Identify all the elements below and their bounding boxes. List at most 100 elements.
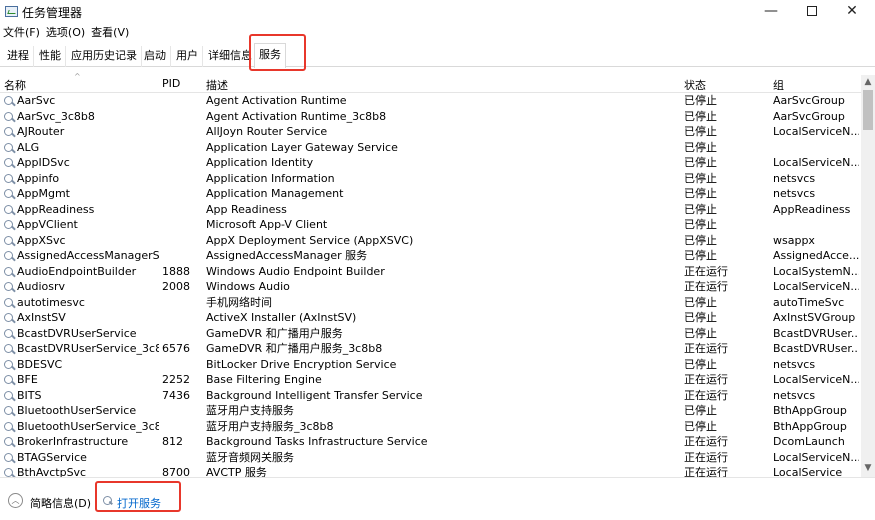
table-row[interactable]: BcastDVRUserService_3c8... 6576 GameDVR 和广…: [0, 341, 861, 357]
window-title: 任务管理器: [22, 6, 83, 20]
service-status: 已停止: [684, 249, 717, 262]
table-row[interactable]: AJRouter AllJoyn Router Service 已停止 LocalSe…: [0, 124, 861, 140]
vertical-scrollbar[interactable]: ▲ ▼: [861, 75, 875, 477]
table-row[interactable]: BluetoothUserService_3c8... 蓝牙用户支持服务_3c8b…: [0, 419, 861, 435]
table-row[interactable]: BTAGService 蓝牙音频网关服务 正在运行 LocalServiceN...: [0, 450, 861, 466]
service-name: AudioEndpointBuilder: [17, 264, 137, 278]
table-row[interactable]: ALG Application Layer Gateway Service 已停止: [0, 140, 861, 156]
table-row[interactable]: autotimesvc 手机网络时间 已停止 autoTimeSvc: [0, 295, 861, 311]
service-name: BTAGService: [17, 450, 87, 464]
service-description: Application Identity: [206, 156, 314, 169]
service-pid: 6576: [162, 342, 190, 355]
service-pid: 2008: [162, 280, 190, 293]
service-name: AarSvc_3c8b8: [17, 109, 95, 123]
tab-users[interactable]: 用户: [172, 46, 203, 67]
service-icon: [4, 235, 13, 245]
close-button[interactable]: ✕: [829, 0, 875, 24]
table-row[interactable]: AppXSvc AppX Deployment Service (AppXSVC)…: [0, 233, 861, 249]
service-name: AJRouter: [17, 125, 65, 138]
table-row[interactable]: AudioEndpointBuilder 1888 Windows Audio En…: [0, 264, 861, 280]
scroll-down-icon[interactable]: ▼: [861, 463, 875, 475]
service-status: 已停止: [684, 140, 717, 154]
service-status: 已停止: [684, 326, 717, 340]
service-description: 手机网络时间: [206, 295, 272, 309]
table-header: 名称 ^ PID 描述 状态 组: [0, 72, 861, 93]
service-name: autotimesvc: [17, 295, 85, 309]
table-row[interactable]: BluetoothUserService 蓝牙用户支持服务 已停止 BthAppGro…: [0, 403, 861, 419]
table-row[interactable]: AppMgmt Application Management 已停止 netsvcs: [0, 186, 861, 202]
column-description[interactable]: 描述: [206, 77, 228, 93]
service-description: 蓝牙用户支持服务: [206, 404, 294, 417]
service-description: Application Layer Gateway Service: [206, 140, 398, 154]
service-name: Audiosrv: [17, 280, 66, 293]
service-icon: [4, 204, 13, 214]
table-body: AarSvc Agent Activation Runtime 已停止 AarSvcG…: [0, 93, 861, 481]
service-description: Agent Activation Runtime_3c8b8: [206, 109, 387, 123]
column-group[interactable]: 组: [773, 77, 784, 93]
service-name: BDESVC: [17, 357, 63, 371]
service-icon: [4, 344, 13, 353]
service-name: AppReadiness: [17, 202, 95, 216]
table-row[interactable]: AppVClient Microsoft App-V Client 已停止: [0, 217, 861, 233]
service-status: 已停止: [684, 311, 717, 324]
service-name: AxInstSV: [17, 311, 66, 324]
service-group: LocalServiceN...: [773, 156, 859, 169]
table-row[interactable]: AarSvc_3c8b8 Agent Activation Runtime_3c8…: [0, 109, 861, 125]
service-status: 正在运行: [684, 450, 728, 464]
service-icon: [4, 297, 13, 307]
table-row[interactable]: BrokerInfrastructure 812 Background Tasks …: [0, 434, 861, 450]
tab-processes[interactable]: 进程: [3, 46, 34, 67]
service-description: AllJoyn Router Service: [206, 125, 328, 138]
tab-startup[interactable]: 启动: [140, 46, 171, 67]
menu-file[interactable]: 文件(F): [0, 25, 40, 43]
service-description: 蓝牙音频网关服务: [206, 450, 294, 464]
service-pid: 2252: [162, 373, 190, 386]
table-row[interactable]: BITS 7436 Background Intelligent Transfer …: [0, 388, 861, 404]
open-services-highlight: [95, 481, 181, 512]
minimize-button[interactable]: —: [748, 0, 794, 24]
title-bar: 任务管理器 — ✕: [0, 0, 875, 24]
table-row[interactable]: BcastDVRUserService GameDVR 和广播用户服务 已停止 Bca…: [0, 326, 861, 342]
chevron-up-icon[interactable]: ︿: [8, 493, 23, 508]
service-description: Agent Activation Runtime: [206, 94, 347, 107]
service-description: Windows Audio: [206, 280, 290, 293]
service-icon: [4, 189, 13, 198]
menu-options[interactable]: 选项(O): [43, 25, 85, 43]
service-name: AppMgmt: [17, 187, 70, 200]
menu-view[interactable]: 查看(V): [88, 25, 129, 43]
tab-performance[interactable]: 性能: [35, 46, 66, 67]
service-group: AssignedAcce...: [773, 249, 859, 262]
service-name: AarSvc: [17, 94, 56, 107]
service-description: AppX Deployment Service (AppXSVC): [206, 233, 414, 247]
service-name: BluetoothUserService_3c8...: [17, 419, 159, 433]
table-row[interactable]: AppIDSvc Application Identity 已停止 LocalServ…: [0, 155, 861, 171]
service-group: wsappx: [773, 233, 815, 247]
column-status[interactable]: 状态: [684, 77, 706, 93]
table-row[interactable]: BDESVC BitLocker Drive Encryption Service…: [0, 357, 861, 373]
brief-info-link[interactable]: 简略信息(D): [30, 495, 91, 511]
scroll-up-icon[interactable]: ▲: [861, 77, 875, 89]
service-group: netsvcs: [773, 187, 816, 200]
service-group: LocalServiceN...: [773, 450, 859, 464]
service-name: Appinfo: [17, 171, 60, 185]
services-tab-highlight: [249, 34, 306, 71]
table-row[interactable]: AxInstSV ActiveX Installer (AxInstSV) 已停止 A…: [0, 310, 861, 326]
service-icon: [4, 111, 13, 121]
service-group: LocalSystemN...: [773, 264, 859, 278]
tab-app-history[interactable]: 应用历史记录: [67, 46, 142, 67]
column-pid[interactable]: PID: [162, 77, 180, 90]
table-row[interactable]: BFE 2252 Base Filtering Engine 正在运行 LocalSer…: [0, 372, 861, 388]
service-status: 已停止: [684, 233, 717, 247]
service-name: ALG: [17, 140, 40, 154]
service-name: BFE: [17, 373, 38, 386]
table-row[interactable]: Audiosrv 2008 Windows Audio 正在运行 LocalServic…: [0, 279, 861, 295]
table-row[interactable]: AarSvc Agent Activation Runtime 已停止 AarSvcG…: [0, 93, 861, 109]
table-row[interactable]: Appinfo Application Information 已停止 netsvcs: [0, 171, 861, 187]
column-name[interactable]: 名称: [4, 77, 26, 93]
table-row[interactable]: AssignedAccessManagerS... AssignedAccessM…: [0, 248, 861, 264]
table-row[interactable]: AppReadiness App Readiness 已停止 AppReadiness: [0, 202, 861, 218]
scroll-thumb[interactable]: [863, 90, 873, 130]
service-group: netsvcs: [773, 388, 816, 402]
service-icon: [4, 406, 13, 415]
service-icon: [4, 452, 13, 462]
